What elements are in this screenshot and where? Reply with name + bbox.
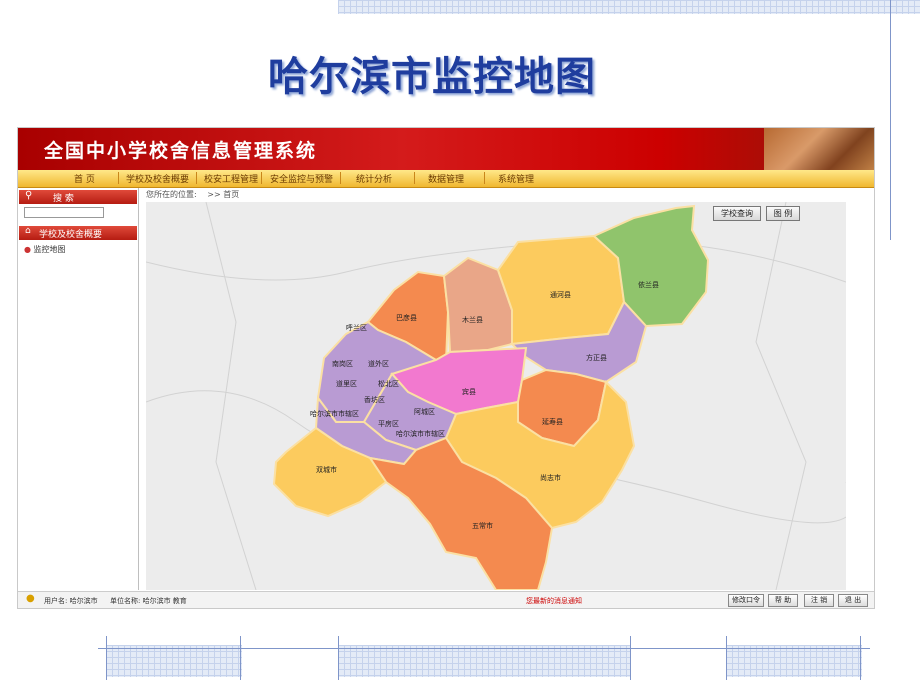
map-canvas: 巴彦县 木兰县 通河县 依兰县 呼兰区 方正县 宾县 延寿县 尚志市 五常市 双…: [146, 202, 846, 590]
label-harbin-municipal-2: 哈尔滨市市辖区: [396, 429, 445, 438]
nav-separator: [118, 172, 119, 184]
search-input[interactable]: [24, 207, 104, 218]
top-right-vertical-line: [890, 0, 891, 240]
bottom-vertical-line-6: [860, 636, 861, 680]
label-yanshou: 延寿县: [542, 417, 563, 426]
label-tonghe: 通河县: [550, 290, 571, 299]
label-pingfang: 平房区: [378, 419, 399, 428]
breadcrumb-current: 首页: [223, 190, 240, 199]
bottom-grid-decoration-left: [106, 645, 242, 677]
label-daowai: 道外区: [368, 359, 389, 368]
label-acheng: 阿城区: [414, 407, 435, 416]
app-banner: 全国中小学校舍信息管理系统: [18, 128, 874, 170]
label-daoli: 道里区: [336, 379, 357, 388]
label-mulan: 木兰县: [462, 315, 483, 324]
breadcrumb: 您所在的位置: >> 首页: [146, 189, 239, 200]
top-grid-decoration: [338, 0, 920, 14]
label-shangzhi: 尚志市: [540, 473, 561, 482]
breadcrumb-prefix: 您所在的位置:: [146, 190, 197, 199]
main-nav: 首 页 学校及校舍概要 校安工程管理 安全监控与预警 统计分析 数据管理 系统管…: [18, 170, 874, 188]
user-icon: ●: [26, 593, 35, 604]
label-hulan: 呼兰区: [346, 323, 367, 332]
nav-separator: [340, 172, 341, 184]
home-icon: ⌂: [25, 226, 31, 236]
section-header-label: 学校及校舍概要: [39, 230, 103, 240]
bottom-vertical-line-1: [106, 636, 107, 680]
label-wuchang: 五常市: [472, 521, 493, 530]
nav-statistics[interactable]: 统计分析: [356, 172, 392, 185]
breadcrumb-separator: >>: [207, 190, 221, 199]
school-query-button[interactable]: 学校查询: [713, 206, 761, 221]
change-password-button[interactable]: 修改口令: [728, 594, 764, 607]
nav-home[interactable]: 首 页: [74, 172, 95, 185]
nav-data-management[interactable]: 数据管理: [428, 172, 464, 185]
user-name: 用户名: 哈尔滨市: [44, 597, 98, 605]
label-bayan: 巴彦县: [396, 313, 417, 322]
bottom-grid-decoration-right: [726, 645, 862, 677]
unit-name: 单位名称: 哈尔滨市 教育: [110, 597, 187, 605]
bottom-vertical-line-5: [726, 636, 727, 680]
legend-button[interactable]: 图 例: [766, 206, 800, 221]
status-bar: ● 用户名: 哈尔滨市 单位名称: 哈尔滨市 教育 您最新的消息通知 修改口令 …: [18, 591, 874, 608]
nav-separator: [484, 172, 485, 184]
label-songbei: 松北区: [378, 379, 399, 388]
banner-photo: [764, 128, 874, 170]
region-tonghe[interactable]: [496, 234, 626, 346]
bottom-vertical-line-3: [338, 636, 339, 680]
nav-safety-project[interactable]: 校安工程管理: [204, 172, 258, 185]
bottom-vertical-line-4: [630, 636, 631, 680]
app-title: 全国中小学校舍信息管理系统: [44, 140, 318, 162]
nav-separator: [414, 172, 415, 184]
monitor-map[interactable]: 巴彦县 木兰县 通河县 依兰县 呼兰区 方正县 宾县 延寿县 尚志市 五常市 双…: [146, 202, 846, 590]
sidebar-item-label: 监控地图: [33, 245, 66, 254]
bottom-vertical-line-2: [240, 636, 241, 680]
bottom-horizontal-line: [98, 648, 870, 649]
search-icon: ⚲: [25, 190, 33, 201]
message-link[interactable]: 您最新的消息通知: [526, 596, 582, 606]
nav-monitoring[interactable]: 安全监控与预警: [270, 172, 333, 185]
label-fangzheng: 方正县: [586, 353, 607, 362]
sidebar: ⚲ 搜 索 ⌂ 学校及校舍概要 ● 监控地图: [18, 188, 139, 590]
label-yilan: 依兰县: [638, 280, 659, 289]
label-bin: 宾县: [462, 387, 476, 396]
nav-system-management[interactable]: 系统管理: [498, 172, 534, 185]
bottom-grid-decoration-middle: [338, 645, 630, 677]
logout-button[interactable]: 注 销: [804, 594, 834, 607]
bullet-icon: ●: [24, 245, 31, 254]
nav-separator: [196, 172, 197, 184]
search-header: ⚲ 搜 索: [19, 190, 137, 204]
label-nangang: 南岗区: [332, 359, 353, 368]
nav-school-overview[interactable]: 学校及校舍概要: [126, 172, 189, 185]
sidebar-item-monitor-map[interactable]: ● 监控地图: [24, 244, 66, 255]
label-harbin-municipal-1: 哈尔滨市市辖区: [310, 409, 359, 418]
help-button[interactable]: 帮 助: [768, 594, 798, 607]
app-window: 全国中小学校舍信息管理系统 首 页 学校及校舍概要 校安工程管理 安全监控与预警…: [17, 127, 875, 609]
nav-separator: [261, 172, 262, 184]
section-header: ⌂ 学校及校舍概要: [19, 226, 137, 240]
search-header-label: 搜 索: [53, 194, 74, 204]
label-shuangcheng: 双城市: [316, 465, 337, 474]
label-xiangfang: 香坊区: [364, 395, 385, 404]
exit-button[interactable]: 退 出: [838, 594, 868, 607]
slide-title: 哈尔滨市监控地图: [268, 54, 596, 100]
